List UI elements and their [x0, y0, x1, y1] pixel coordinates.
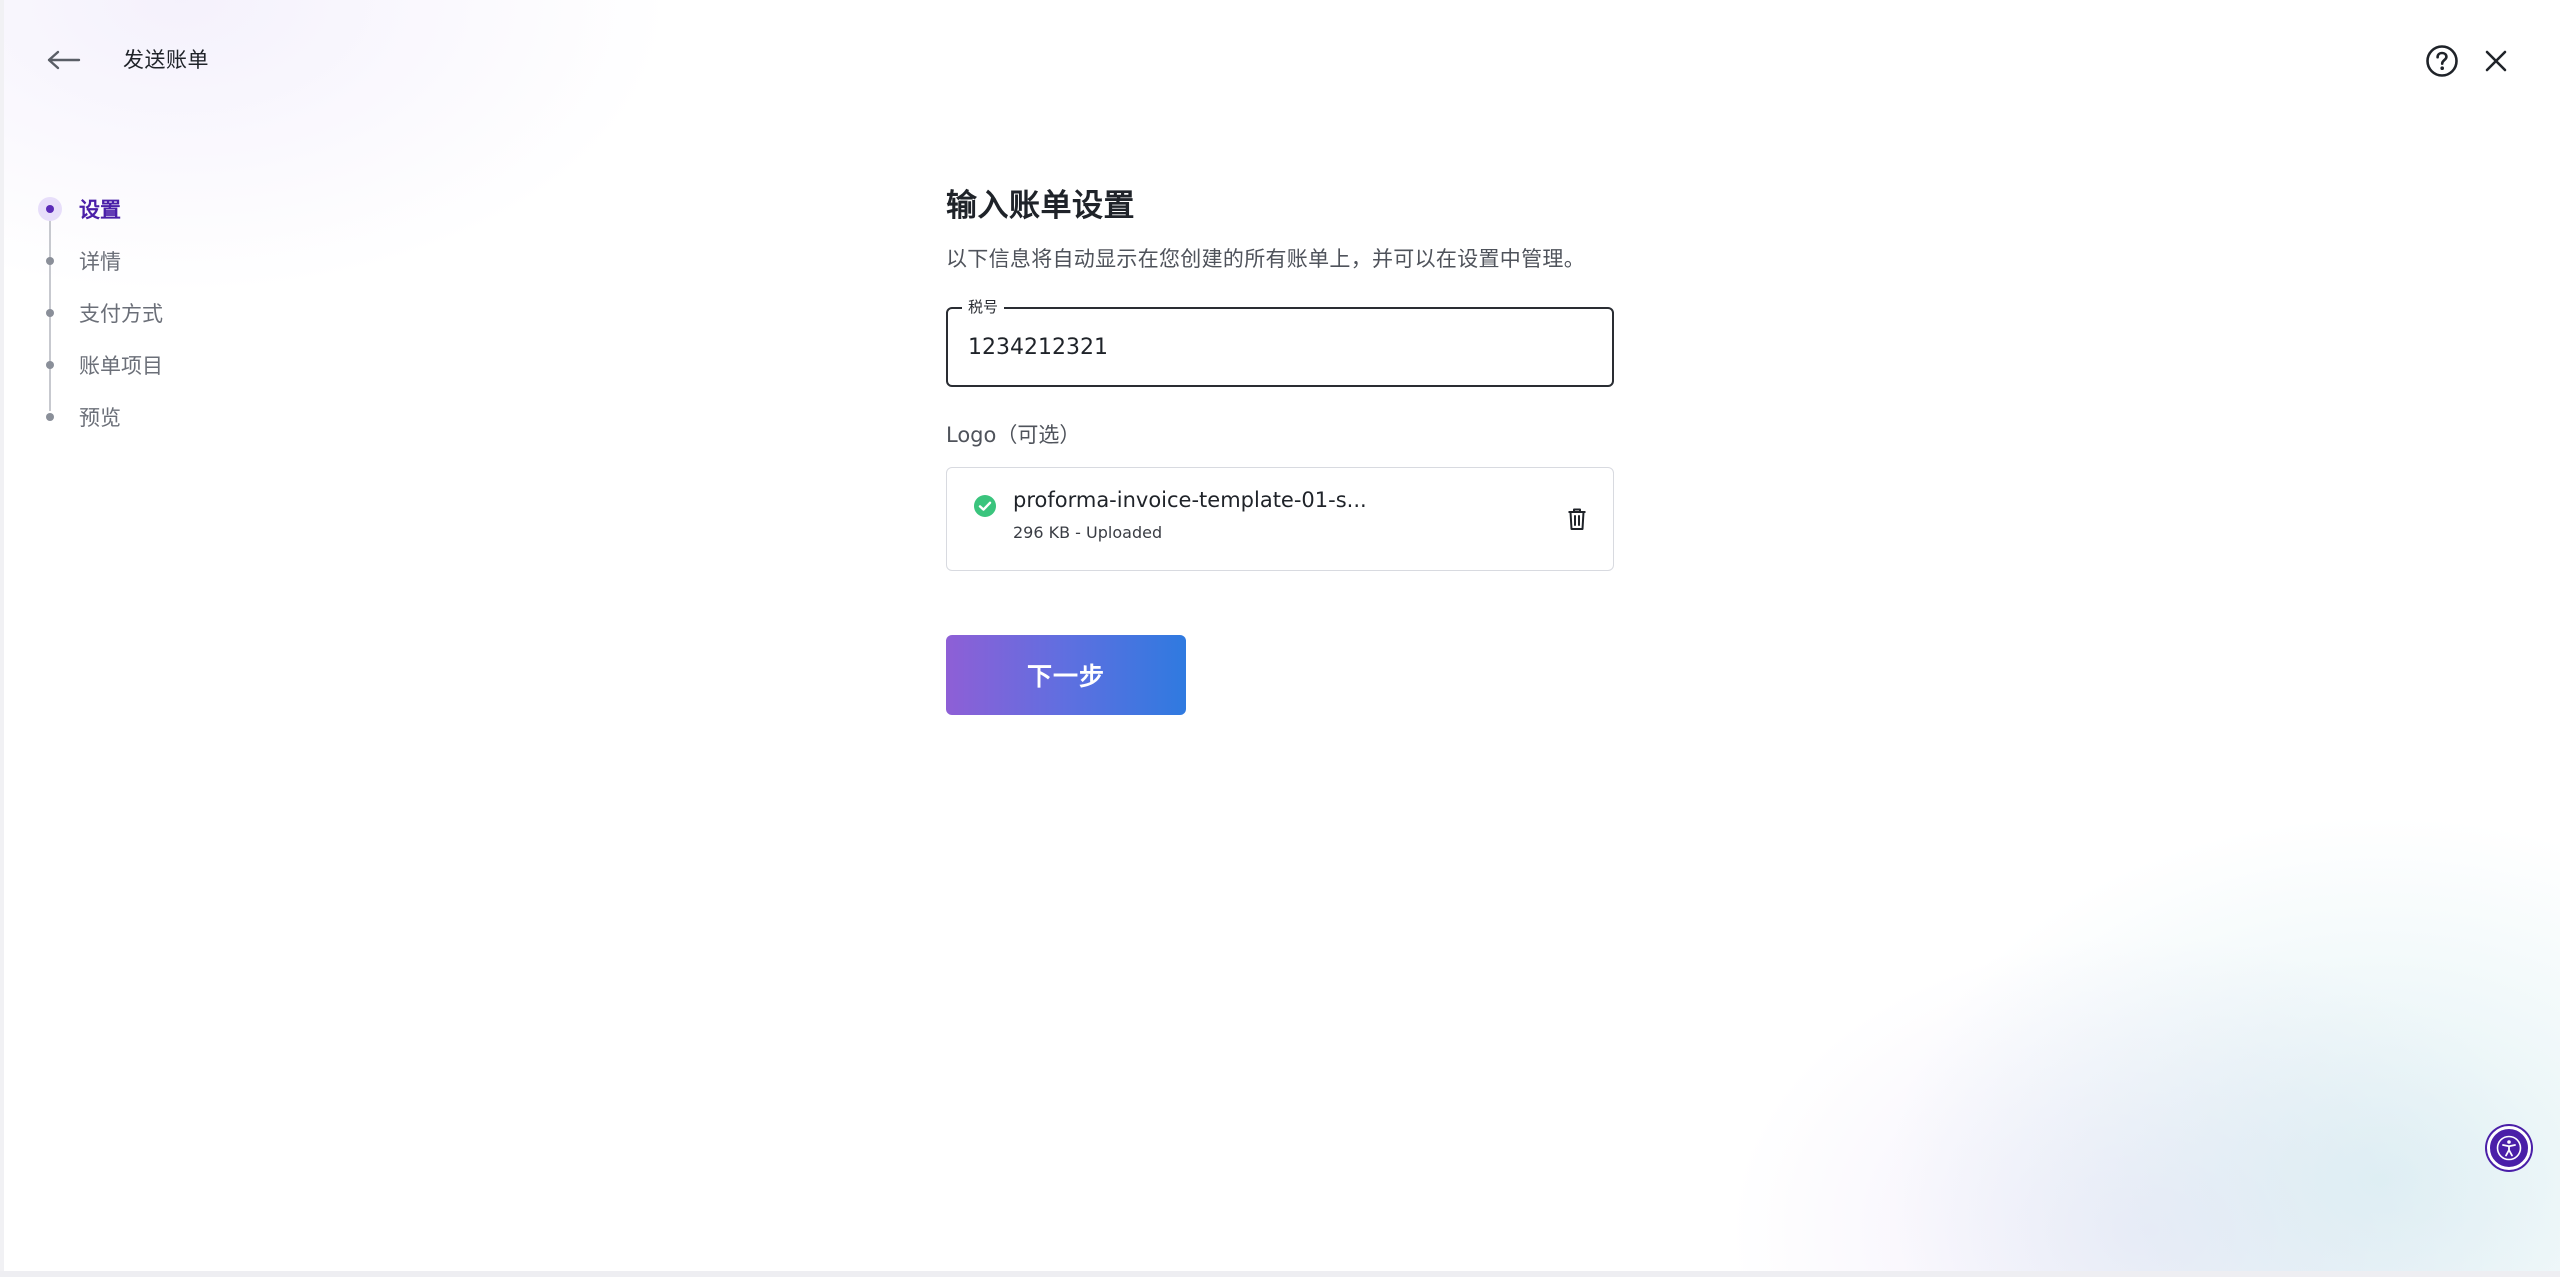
- step-payment-method[interactable]: 支付方式: [36, 287, 296, 339]
- help-button[interactable]: [2424, 43, 2460, 79]
- step-dot: [46, 257, 54, 265]
- step-label: 详情: [79, 250, 121, 274]
- delete-logo-button[interactable]: [1562, 504, 1592, 534]
- accessibility-button[interactable]: [2487, 1126, 2531, 1170]
- help-circle-icon: [2426, 45, 2458, 77]
- step-details[interactable]: 详情: [36, 235, 296, 287]
- bottom-edge: [0, 1271, 2560, 1277]
- step-label: 账单项目: [79, 354, 163, 378]
- step-invoice-items[interactable]: 账单项目: [36, 339, 296, 391]
- arrow-left-icon: [47, 50, 81, 70]
- step-label: 设置: [79, 198, 121, 222]
- next-button[interactable]: 下一步: [946, 635, 1186, 715]
- uploaded-logo-card: proforma-invoice-template-01-s... 296 KB…: [946, 467, 1614, 571]
- step-dot: [46, 309, 54, 317]
- logo-label: Logo（可选）: [946, 423, 1081, 447]
- accessibility-icon: [2496, 1135, 2522, 1161]
- close-button[interactable]: [2478, 43, 2514, 79]
- trash-icon: [1568, 508, 1586, 530]
- tax-id-field[interactable]: 税号: [946, 296, 1614, 387]
- invoice-settings-page: 发送账单 设置 详情 支付方式 账单项目 预览 输入账单设置 以下信息将自动显示…: [0, 0, 2560, 1277]
- left-edge: [0, 0, 4, 1277]
- step-dot: [46, 361, 54, 369]
- step-dot-active: [38, 197, 62, 221]
- file-meta: 296 KB - Uploaded: [1013, 523, 1163, 542]
- close-icon: [2485, 50, 2507, 72]
- check-circle-icon: [974, 495, 996, 517]
- back-button[interactable]: [44, 42, 84, 78]
- form-description: 以下信息将自动显示在您创建的所有账单上，并可以在设置中管理。: [946, 247, 1585, 271]
- tax-id-input[interactable]: [968, 309, 1588, 385]
- step-label: 支付方式: [79, 302, 163, 326]
- form-title: 输入账单设置: [946, 188, 1135, 224]
- step-label: 预览: [79, 406, 121, 430]
- file-name: proforma-invoice-template-01-s...: [1013, 488, 1367, 512]
- step-settings[interactable]: 设置: [36, 183, 296, 235]
- step-preview[interactable]: 预览: [36, 391, 296, 443]
- progress-stepper: 设置 详情 支付方式 账单项目 预览: [36, 183, 296, 443]
- step-dot: [46, 413, 54, 421]
- settings-form: 输入账单设置 以下信息将自动显示在您创建的所有账单上，并可以在设置中管理。 税号…: [946, 180, 1614, 715]
- page-title: 发送账单: [123, 48, 209, 72]
